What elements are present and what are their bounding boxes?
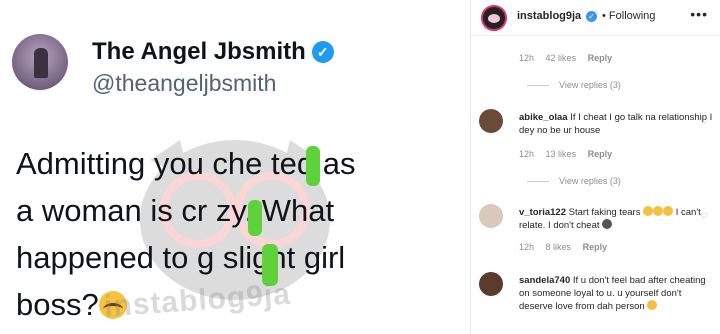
comment-likes[interactable]: 42 likes — [546, 53, 577, 63]
tweet-body-line: a woman is cr zy. What — [16, 193, 335, 228]
view-replies-label: View replies (3) — [559, 176, 621, 186]
comment-body: Start faking tears — [568, 207, 641, 218]
view-replies-line — [527, 180, 549, 182]
tweet-avatar[interactable] — [12, 34, 68, 90]
tweet-body-line: Admitting you che ted as — [16, 146, 356, 181]
view-replies-button[interactable]: View replies (3) — [527, 80, 621, 90]
comment-meta: 12h 8 likes Reply — [519, 242, 616, 252]
tweet-image: The Angel Jbsmith ✓ @theangeljbsmith Adm… — [0, 0, 470, 334]
account-avatar[interactable] — [481, 5, 507, 31]
comment-likes[interactable]: 8 likes — [546, 242, 572, 252]
comment: v_toria122 Start faking tears I can't re… — [479, 204, 715, 256]
comment-time: 12h — [519, 53, 535, 63]
reply-button[interactable]: Reply — [588, 149, 613, 159]
heart-icon[interactable]: ♡ — [700, 117, 709, 126]
view-replies-line — [527, 84, 549, 86]
tweet-handle[interactable]: @theangeljbsmith — [92, 70, 276, 97]
comment-time: 12h — [519, 149, 535, 159]
comment-time: 12h — [519, 242, 535, 252]
comment-username[interactable]: abike_olaa — [519, 112, 568, 123]
post-header: instablog9ja ✓ • Following ••• — [471, 0, 720, 36]
verified-badge-icon: ✓ — [311, 41, 334, 63]
reply-button[interactable]: Reply — [583, 242, 608, 252]
comment-meta: 12h 42 likes Reply — [519, 53, 621, 63]
comment: abike_olaa If I cheat I go talk na relat… — [479, 109, 715, 169]
tweet-name-row: The Angel Jbsmith ✓ — [92, 38, 334, 66]
more-options-icon[interactable]: ••• — [690, 6, 708, 22]
account-name[interactable]: instablog9ja — [517, 10, 581, 22]
view-replies-label: View replies (3) — [559, 80, 621, 90]
comment: sandela740 If u don't feel bad after che… — [479, 272, 715, 332]
heart-icon[interactable]: ♡ — [700, 212, 709, 221]
emoji-icon — [602, 219, 613, 229]
view-replies-button[interactable]: View replies (3) — [527, 176, 621, 186]
verified-badge-icon: ✓ — [586, 11, 597, 22]
comment-username[interactable]: sandela740 — [519, 275, 570, 286]
green-highlight-mark — [248, 200, 262, 236]
tweet-display-name[interactable]: The Angel Jbsmith — [92, 38, 306, 66]
avatar[interactable] — [479, 272, 503, 296]
green-highlight-mark — [306, 146, 320, 186]
tweet-body-line-text: boss? — [16, 287, 99, 322]
heart-icon[interactable]: ♡ — [700, 280, 709, 289]
following-status[interactable]: • Following — [602, 10, 655, 22]
instagram-comments-panel: instablog9ja ✓ • Following ••• 12h 42 li… — [471, 0, 720, 334]
avatar[interactable] — [479, 109, 503, 133]
comment-likes[interactable]: 13 likes — [546, 149, 577, 159]
emoji-icon — [647, 300, 658, 310]
reply-button[interactable]: Reply — [588, 53, 613, 63]
comment-username[interactable]: v_toria122 — [519, 207, 566, 218]
laughing-emoji-icon — [663, 206, 674, 216]
avatar[interactable] — [479, 204, 503, 228]
tweet-body-line: happened to g slight girl — [16, 240, 346, 275]
laughing-emoji-icon — [643, 206, 654, 216]
laughing-emoji-icon — [653, 206, 664, 216]
comment-meta: 12h 13 likes Reply — [519, 149, 621, 159]
comment-text: v_toria122 Start faking tears I can't re… — [519, 206, 715, 232]
comment-text: abike_olaa If I cheat I go talk na relat… — [519, 111, 715, 137]
comment-text: sandela740 If u don't feel bad after che… — [519, 274, 715, 313]
